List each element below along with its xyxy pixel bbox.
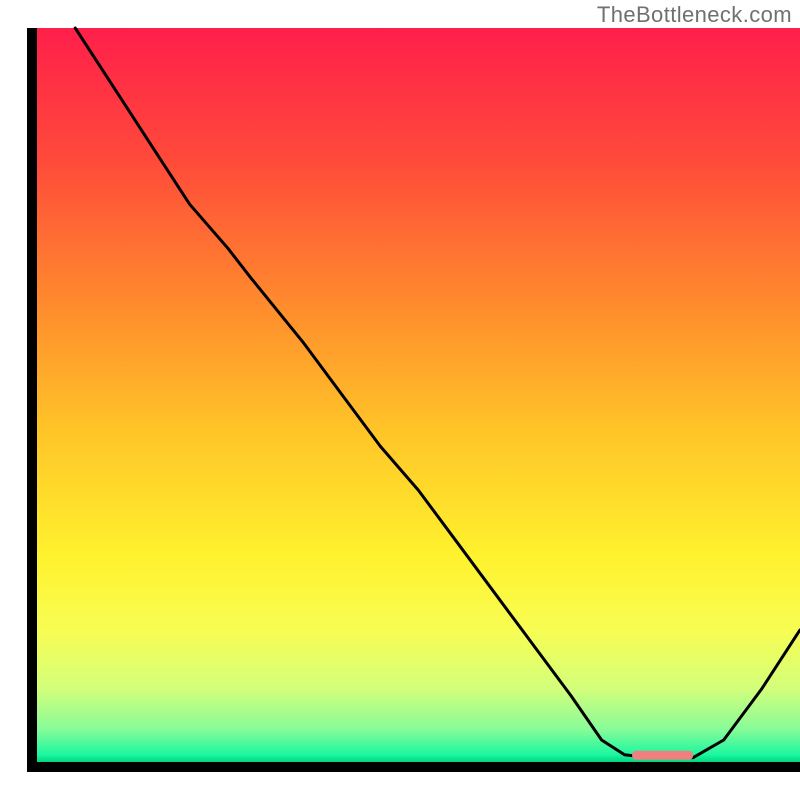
watermark-text: TheBottleneck.com [597, 2, 792, 28]
floor-marker [632, 751, 693, 760]
y-axis [27, 28, 37, 772]
chart-container: TheBottleneck.com [0, 0, 800, 800]
gradient-background [37, 28, 800, 762]
bottleneck-chart [0, 0, 800, 800]
x-axis [27, 762, 800, 772]
